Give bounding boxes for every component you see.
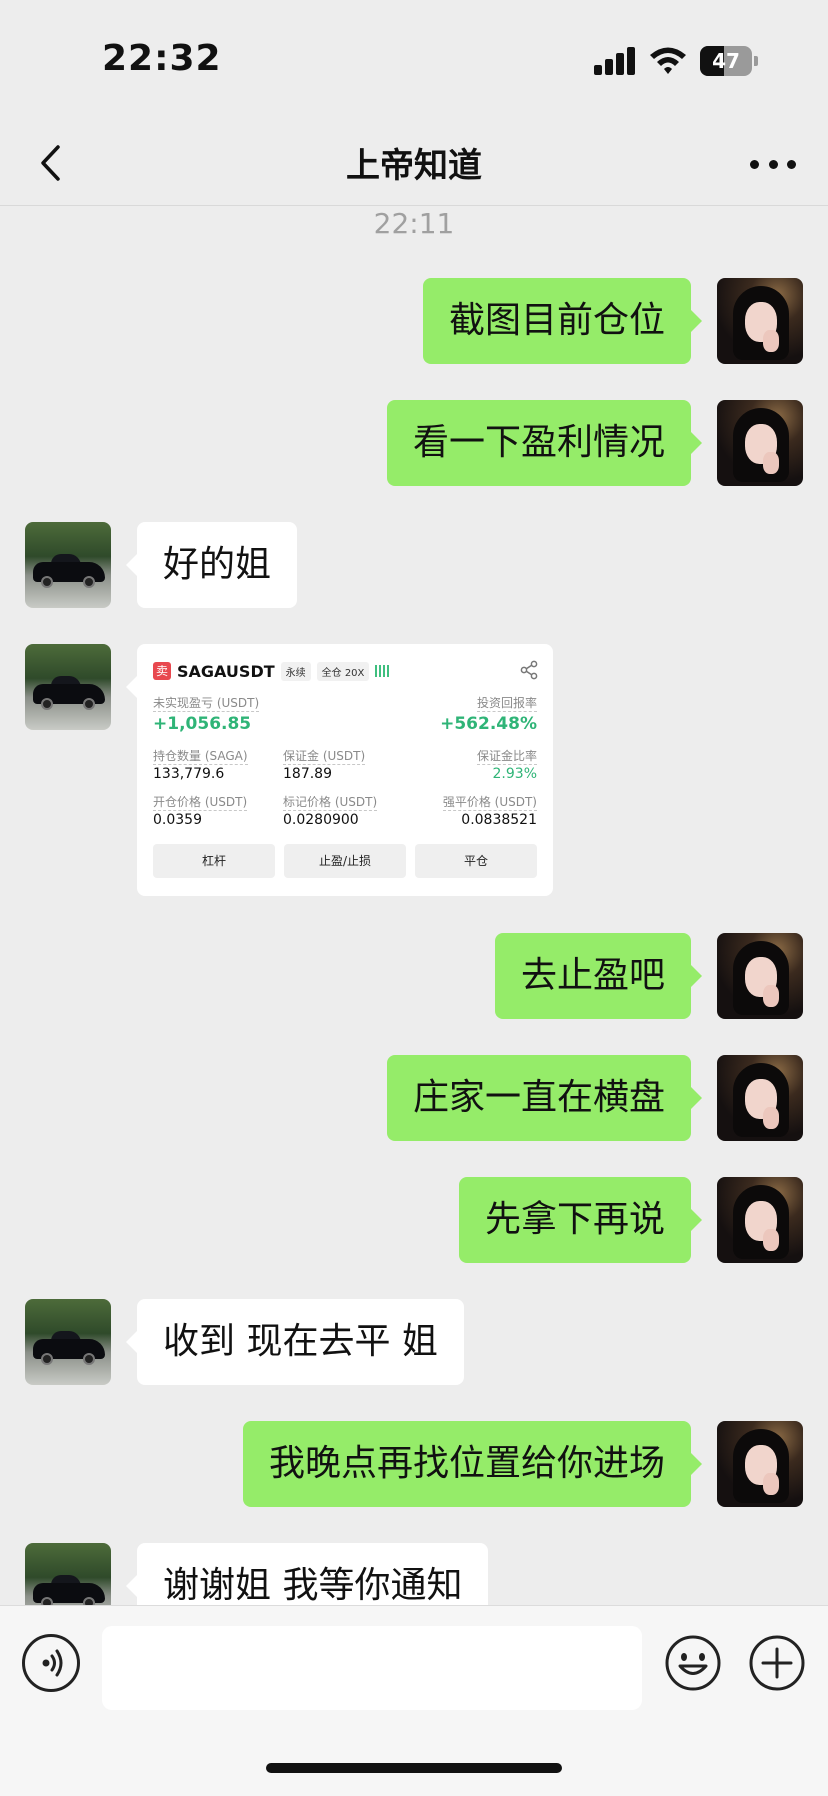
voice-input-button[interactable]: [22, 1634, 80, 1692]
position-size-label: 持仓数量 (SAGA): [153, 749, 248, 765]
input-bar: [0, 1605, 828, 1796]
more-dot-icon: [768, 159, 778, 169]
user-avatar[interactable]: [717, 1177, 803, 1263]
entry-price-label: 开仓价格 (USDT): [153, 795, 248, 811]
user-avatar[interactable]: [717, 1421, 803, 1507]
position-size-value: 133,779.6: [153, 766, 225, 782]
mark-price-value: 0.0280900: [283, 812, 359, 828]
user-avatar[interactable]: [717, 933, 803, 1019]
voice-icon: [42, 1649, 63, 1677]
contact-avatar[interactable]: [25, 644, 111, 730]
roi-label: 投资回报率: [476, 696, 537, 712]
margin-mode-tag: 全仓 20X: [316, 661, 370, 681]
tp-sl-button[interactable]: 止盈/止损: [284, 844, 406, 878]
position-header: 卖 SAGAUSDT 永续 全仓 20X: [153, 660, 390, 682]
strength-bars-icon: [375, 665, 390, 677]
more-dot-icon: [750, 159, 759, 169]
entry-price-value: 0.0359: [153, 812, 202, 828]
margin-ratio-label: 保证金比率: [476, 749, 537, 765]
status-bar: 22:32 47: [0, 0, 828, 120]
more-options-button[interactable]: [750, 144, 796, 184]
user-avatar[interactable]: [717, 400, 803, 486]
chat-title: 上帝知道: [346, 146, 482, 186]
status-time: 22:32: [102, 38, 222, 79]
message-bubble[interactable]: 我晚点再找位置给你进场: [242, 1421, 703, 1507]
roi-value: +562.48%: [440, 714, 537, 734]
position-screenshot-card[interactable]: 卖 SAGAUSDT 永续 全仓 20X 未实现盈亏 (USDT) +1,056…: [126, 644, 553, 896]
message-bubble[interactable]: 去止盈吧: [494, 933, 703, 1019]
wifi-icon: [650, 47, 686, 74]
chat-screen: 22:32 47 上帝知道 22:11 截图目前仓位 看一下盈利情况 好的姐 卖…: [0, 0, 828, 1796]
liquidation-price-value: 0.0838521: [461, 812, 537, 828]
contact-avatar[interactable]: [25, 1543, 111, 1605]
share-icon: [520, 660, 538, 680]
sell-badge: 卖: [153, 662, 171, 680]
close-position-button[interactable]: 平仓: [415, 844, 537, 878]
leverage-button[interactable]: 杠杆: [153, 844, 275, 878]
more-actions-button[interactable]: [748, 1634, 806, 1692]
perpetual-tag: 永续: [280, 661, 311, 681]
battery-icon: 47: [700, 46, 758, 76]
cellular-signal-icon: [594, 47, 636, 75]
margin-ratio-value: 2.93%: [492, 766, 537, 782]
battery-percent: 47: [712, 49, 740, 73]
contact-avatar[interactable]: [25, 1299, 111, 1385]
unrealized-pnl-value: +1,056.85: [153, 714, 252, 734]
user-avatar[interactable]: [717, 278, 803, 364]
margin-label: 保证金 (USDT): [283, 749, 366, 765]
message-timestamp: 22:11: [373, 207, 455, 240]
message-bubble[interactable]: 谢谢姐 我等你通知: [125, 1543, 489, 1605]
nav-bar: 上帝知道: [0, 120, 828, 206]
message-input[interactable]: [102, 1626, 642, 1710]
emoji-button[interactable]: [664, 1634, 722, 1692]
message-list[interactable]: 22:11 截图目前仓位 看一下盈利情况 好的姐 卖 SAGAUSDT 永续 全…: [0, 207, 828, 1605]
home-indicator[interactable]: [266, 1763, 562, 1773]
margin-value: 187.89: [283, 766, 332, 782]
message-bubble[interactable]: 庄家一直在横盘: [386, 1055, 703, 1141]
message-bubble[interactable]: 先拿下再说: [458, 1177, 703, 1263]
contact-avatar[interactable]: [25, 522, 111, 608]
message-bubble[interactable]: 收到 现在去平 姐: [126, 1299, 464, 1385]
liquidation-price-label: 强平价格 (USDT): [442, 795, 537, 811]
unrealized-pnl-label: 未实现盈亏 (USDT): [153, 696, 260, 712]
user-avatar[interactable]: [717, 1055, 803, 1141]
message-bubble[interactable]: 看一下盈利情况: [386, 400, 703, 486]
more-dot-icon: [787, 159, 796, 169]
message-bubble[interactable]: 截图目前仓位: [422, 278, 703, 364]
trading-pair: SAGAUSDT: [177, 661, 275, 681]
message-bubble[interactable]: 好的姐: [125, 522, 298, 608]
mark-price-label: 标记价格 (USDT): [283, 795, 378, 811]
